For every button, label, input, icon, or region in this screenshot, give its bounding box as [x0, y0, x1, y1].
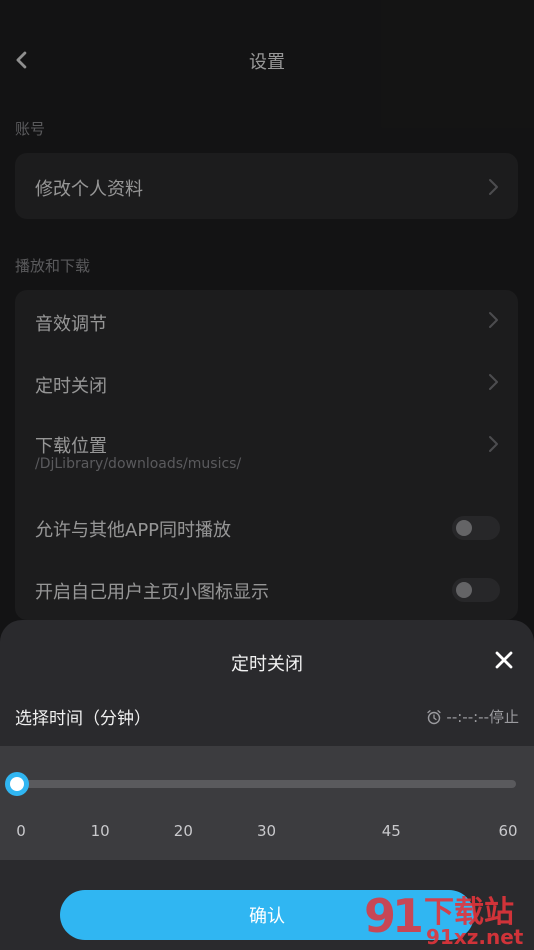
chevron-right-icon — [486, 434, 500, 454]
slider-tick-label: 45 — [381, 822, 401, 840]
chevron-right-icon — [486, 310, 500, 330]
time-slider[interactable] — [5, 772, 516, 796]
slider-tick-label: 30 — [256, 822, 277, 840]
alarm-clock-icon — [426, 709, 442, 725]
settings-item-label: 音效调节 — [35, 314, 107, 335]
settings-item-label: 定时关闭 — [35, 376, 107, 397]
sheet-title: 定时关闭 — [231, 654, 303, 675]
toggle-knob — [456, 520, 472, 536]
close-button[interactable] — [494, 650, 514, 670]
select-time-label: 选择时间（分钟） — [15, 709, 151, 729]
page-title: 设置 — [249, 52, 285, 73]
close-icon — [495, 651, 513, 669]
settings-item-sleep-timer[interactable]: 定时关闭 — [15, 352, 518, 414]
chevron-right-icon — [486, 372, 500, 392]
slider-tick-label: 60 — [498, 822, 518, 840]
site-watermark-logo: 9 1 下载站 91xz.net — [362, 888, 532, 949]
slider-tick-label: 0 — [16, 822, 26, 840]
time-slider-panel: 0 10 20 30 45 60 — [0, 746, 534, 860]
settings-item-download-location[interactable]: 下载位置 /DjLibrary/downloads/musics/ — [15, 414, 518, 476]
timer-status-text: --:--:--停止 — [446, 708, 519, 726]
settings-item-label: 允许与其他APP同时播放 — [35, 520, 232, 541]
svg-text:1: 1 — [392, 889, 424, 943]
download-path-text: /DjLibrary/downloads/musics/ — [35, 456, 242, 472]
svg-text:91xz.net: 91xz.net — [426, 925, 524, 948]
homepage-icon-toggle[interactable] — [452, 578, 500, 602]
settings-item-label: 下载位置 — [35, 436, 107, 457]
section-label-playback: 播放和下载 — [15, 257, 91, 275]
account-card: 修改个人资料 — [15, 153, 518, 219]
toggle-knob — [456, 582, 472, 598]
slider-tick-label: 10 — [90, 822, 110, 840]
concurrent-playback-toggle[interactable] — [452, 516, 500, 540]
settings-item-label: 开启自己用户主页小图标显示 — [35, 582, 269, 603]
slider-thumb[interactable] — [5, 772, 29, 796]
settings-item-concurrent-playback: 允许与其他APP同时播放 — [15, 496, 518, 558]
slider-tick-label: 20 — [173, 822, 193, 840]
settings-item-sound-effects[interactable]: 音效调节 — [15, 290, 518, 352]
playback-card: 音效调节 定时关闭 下载位置 /DjLibrary/downloads/musi… — [15, 290, 518, 620]
header-bar: 设置 — [0, 38, 534, 82]
settings-item-homepage-icon: 开启自己用户主页小图标显示 — [15, 558, 518, 620]
chevron-right-icon — [486, 177, 500, 197]
section-label-account: 账号 — [15, 120, 46, 138]
timer-status: --:--:--停止 — [426, 706, 519, 727]
settings-item-edit-profile[interactable]: 修改个人资料 — [15, 155, 518, 217]
settings-item-label: 修改个人资料 — [35, 179, 143, 200]
